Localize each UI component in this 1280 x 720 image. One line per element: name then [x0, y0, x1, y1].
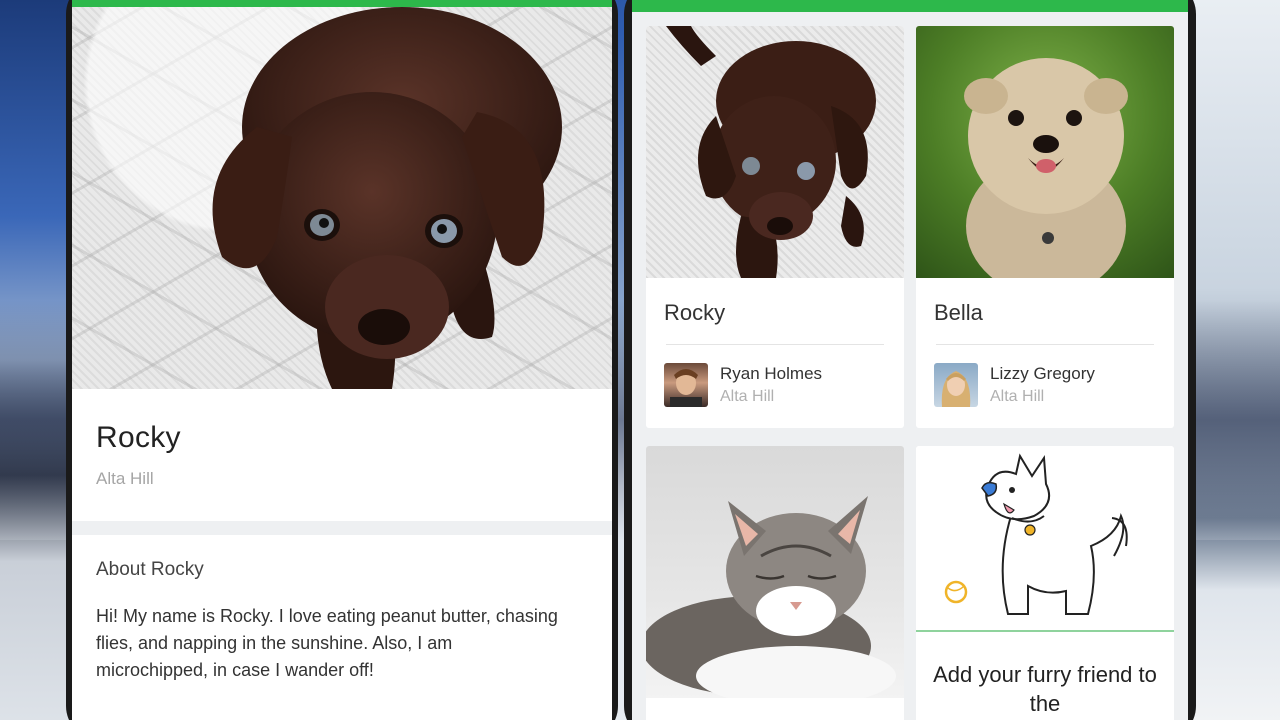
- owner-avatar: [934, 363, 978, 407]
- owner-name: Lizzy Gregory: [990, 364, 1095, 383]
- pet-hero-photo: [72, 7, 612, 389]
- pet-grid-screen: Rocky Ryan Holmes Alta Hill Bella Lizzy …: [632, 0, 1188, 720]
- owner-name: Ryan Holmes: [720, 364, 823, 383]
- accent-bar: [632, 0, 1188, 12]
- owner-avatar: [664, 363, 708, 407]
- pet-card-bella[interactable]: Bella Lizzy Gregory Alta Hill: [916, 26, 1174, 428]
- accent-bar: [72, 0, 612, 7]
- pet-name: Bella: [934, 300, 983, 325]
- add-pet-card[interactable]: Add your furry friend to the: [916, 446, 1174, 720]
- add-pet-text: Add your furry friend to the: [933, 662, 1157, 716]
- add-pet-illustration: [916, 446, 1174, 632]
- yorkie-thumbnail: [964, 58, 1128, 278]
- about-text: Hi! My name is Rocky. I love eating pean…: [96, 606, 558, 680]
- owner-location: Alta Hill: [990, 388, 1045, 405]
- pet-card-cat[interactable]: [646, 446, 904, 720]
- pet-photo: [646, 446, 904, 698]
- pet-card-rocky[interactable]: Rocky Ryan Holmes Alta Hill: [646, 26, 904, 428]
- dog-outline-icon: [944, 453, 1128, 615]
- puppy-thumbnail: [666, 26, 876, 278]
- phone-right: Rocky Ryan Holmes Alta Hill Bella Lizzy …: [624, 0, 1196, 720]
- phone-left: Rocky Alta Hill About Rocky Hi! My name …: [66, 0, 618, 720]
- pet-header: Rocky Alta Hill: [72, 389, 612, 521]
- owner-row: Ryan Holmes Alta Hill: [646, 345, 904, 428]
- cat-thumbnail: [646, 496, 896, 698]
- pet-location: Alta Hill: [96, 469, 154, 488]
- owner-location: Alta Hill: [720, 388, 775, 405]
- pet-photo: [916, 26, 1174, 278]
- pet-photo: [646, 26, 904, 278]
- pet-name: Rocky: [96, 421, 181, 454]
- pet-name: Rocky: [664, 300, 726, 325]
- ground-line: [916, 630, 1174, 632]
- pet-detail-screen: Rocky Alta Hill About Rocky Hi! My name …: [72, 0, 612, 720]
- puppy-illustration: [212, 7, 562, 389]
- owner-row: Lizzy Gregory Alta Hill: [916, 345, 1174, 428]
- section-divider: [72, 521, 612, 535]
- about-title: About Rocky: [96, 559, 204, 580]
- about-section: About Rocky Hi! My name is Rocky. I love…: [72, 535, 612, 708]
